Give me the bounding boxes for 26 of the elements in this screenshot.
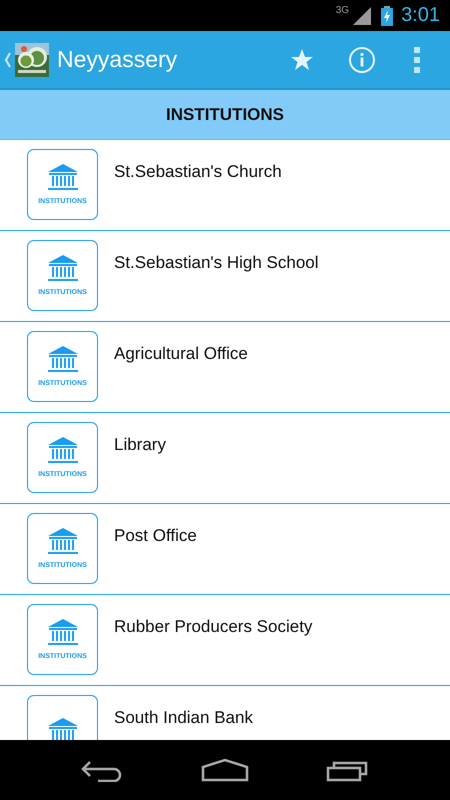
app-title: Neyyassery [57, 46, 178, 73]
battery-charging-icon [381, 6, 394, 26]
item-name: St.Sebastian's Church [114, 162, 282, 182]
building-icon [46, 164, 78, 190]
item-name: Rubber Producers Society [114, 617, 312, 637]
menu-icon [413, 46, 421, 72]
building-icon [46, 718, 78, 740]
network-type: 3G [336, 5, 350, 16]
back-caret-icon [4, 52, 12, 68]
building-icon [46, 346, 78, 372]
item-name: Agricultural Office [114, 344, 248, 364]
star-icon [290, 48, 314, 72]
item-name: Library [114, 435, 166, 455]
home-icon [200, 758, 249, 782]
building-icon [46, 619, 78, 645]
back-icon [80, 758, 124, 782]
signal-icon [353, 6, 372, 24]
building-icon [46, 255, 78, 281]
item-name: St.Sebastian's High School [114, 253, 319, 273]
building-icon [46, 437, 78, 463]
building-icon [46, 528, 78, 554]
item-name: South Indian Bank [114, 708, 253, 728]
clock: 3:01 [401, 4, 440, 27]
item-name: Post Office [114, 526, 197, 546]
info-icon [348, 46, 376, 74]
section-title: INSTITUTIONS [166, 104, 284, 124]
